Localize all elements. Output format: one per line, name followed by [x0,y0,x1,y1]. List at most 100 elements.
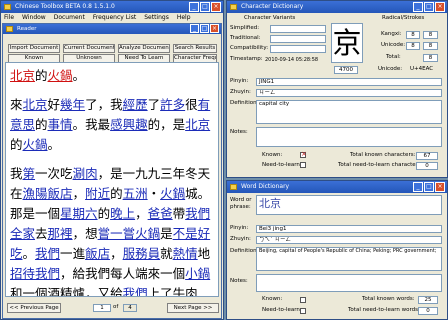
char-pinyin-field[interactable]: JING1 [256,78,442,86]
known-word[interactable]: 飯店 [48,186,73,201]
simplified-field[interactable] [270,25,326,33]
unicode-strokes-field[interactable]: 8 [423,42,438,50]
char-known-checkbox[interactable] [300,150,307,158]
word-zhuyin-label: Zhuyin: [230,236,251,242]
char-definition-field[interactable]: capital city [256,100,442,124]
known-word[interactable]: 我們 [123,286,148,296]
menu-settings[interactable]: Settings [144,13,169,22]
char-dict-title-bar[interactable]: Character Dictionary _ □ × [227,1,447,13]
known-word[interactable]: 我們 [35,246,60,261]
known-word[interactable]: 星期六 [60,206,98,221]
word-need-checkbox[interactable] [300,308,306,314]
minimize-icon[interactable]: _ [189,2,199,12]
char-dict-minimize-icon[interactable]: _ [413,2,423,12]
known-word[interactable]: 涮肉 [73,166,98,181]
known-word[interactable]: 事情 [48,117,73,132]
text-segment: 我 [110,97,123,112]
word-dict-title: Word Dictionary [241,183,290,190]
menu-help[interactable]: Help [177,13,191,22]
text-segment: 。 [72,68,86,83]
unicode-radical-field[interactable]: 8 [406,42,420,50]
word-zhuyin-field[interactable]: ㄅㄟˇ ㄐㄧㄥ [256,236,442,244]
known-word[interactable]: 招待 [10,266,35,281]
character-variants-label: Character Variants [244,15,296,21]
known-word[interactable]: 飯店 [85,246,110,261]
char-notes-field[interactable] [256,127,442,147]
char-need-checkbox[interactable] [300,162,306,168]
char-zhuyin-field[interactable]: ㄐㄧㄥ [256,89,442,97]
word-dict-minimize-icon[interactable]: _ [413,182,423,192]
reader-minimize-icon[interactable]: _ [190,24,199,33]
document-paragraph: 北京的火鍋。 [10,66,214,86]
known-word[interactable]: 全家 [10,226,35,241]
selected-word[interactable]: 北京 [10,68,35,83]
known-word[interactable]: 爸爸 [148,206,173,221]
known-word[interactable]: 服務員 [123,246,161,261]
window-controls: _ □ × [189,2,221,12]
word-notes-field[interactable] [256,274,442,292]
text-segment: 來 [147,266,161,281]
known-word[interactable]: 我們 [185,206,210,221]
known-word[interactable]: 幾年 [60,97,85,112]
known-word[interactable]: 嘗一嘗 [98,226,136,241]
known-word[interactable]: 我們 [35,266,60,281]
main-title-bar[interactable]: Chinese Toolbox BETA 0.8 1.5.1.0 _ □ × [1,1,223,13]
known-word[interactable]: 北京 [185,117,210,132]
word-phrase-field[interactable]: 北京 [256,195,442,215]
text-segment: 每人 [110,266,136,281]
page-of-label: of [113,304,119,310]
kangxi-field[interactable]: 8 [406,31,420,39]
known-word[interactable]: 熱情 [173,246,198,261]
known-word[interactable]: 附近 [85,186,110,201]
known-word[interactable]: 不是 [173,226,198,241]
page-number-input[interactable]: 1 [93,304,111,312]
known-word[interactable]: 感興趣 [110,117,148,132]
known-word[interactable]: 經歷 [123,97,148,112]
word-dict-close-icon[interactable]: × [435,182,445,192]
menu-frequency-list[interactable]: Frequency List [93,13,136,22]
reader-close-icon[interactable]: × [210,24,219,33]
text-segment: 一個 [160,266,186,281]
known-word[interactable]: 第 [23,166,36,181]
current-document-button[interactable]: Current Document [63,44,115,53]
import-document-button[interactable]: Import Document [8,44,60,53]
close-icon[interactable]: × [211,2,221,12]
kangxi-strokes-field[interactable]: 8 [423,31,438,39]
char-dict-maximize-icon[interactable]: □ [424,2,434,12]
word-known-checkbox[interactable] [300,297,306,303]
search-results-button[interactable]: Search Results [173,44,217,53]
known-word[interactable]: 漁陽 [23,186,48,201]
traditional-field[interactable] [270,35,326,43]
reader-title-bar[interactable]: Reader _ □ × [3,24,221,34]
word-dict-maximize-icon[interactable]: □ [424,182,434,192]
text-segment: 是 [160,226,173,241]
known-word[interactable]: 北京 [23,97,48,112]
known-word[interactable]: 那裡 [48,226,73,241]
compatibility-field[interactable] [270,45,326,53]
word-dict-title-bar[interactable]: Word Dictionary _ □ × [227,181,447,193]
known-word[interactable]: 晚上 [110,206,135,221]
word-pinyin-field[interactable]: Bei3 jing1 [256,225,442,233]
char-dict-close-icon[interactable]: × [435,2,445,12]
known-word[interactable]: 火鍋 [23,137,48,152]
selected-word[interactable]: 火鍋 [48,68,73,83]
text-segment: 的 [35,68,48,83]
menu-file[interactable]: File [4,13,14,22]
maximize-icon[interactable]: □ [200,2,210,12]
known-word[interactable]: 小鍋 [185,266,210,281]
total-strokes-field: 8 [423,54,438,62]
document-text-pane[interactable]: 北京的火鍋。 來北京好幾年了，我經歷了許多很有意思的事情。我最感興趣的，是北京的火… [5,62,219,297]
known-word[interactable]: 五洲 [123,186,148,201]
known-word[interactable]: 火鍋 [160,186,185,201]
known-word[interactable]: 許多 [160,97,185,112]
word-definition-field[interactable]: Beijing, capital of People's Republic of… [256,247,442,271]
menu-document[interactable]: Document [54,13,85,22]
previous-page-button[interactable]: << Previous Page [7,303,61,313]
known-word[interactable]: 火鍋 [135,226,160,241]
next-page-button[interactable]: Next Page >> [167,303,219,313]
char-pinyin-label: Pinyin: [230,78,249,84]
text-segment: 很 [185,97,198,112]
analyze-document-button[interactable]: Analyze Document [118,44,170,53]
menu-window[interactable]: Window [22,13,46,22]
reader-maximize-icon[interactable]: □ [200,24,209,33]
